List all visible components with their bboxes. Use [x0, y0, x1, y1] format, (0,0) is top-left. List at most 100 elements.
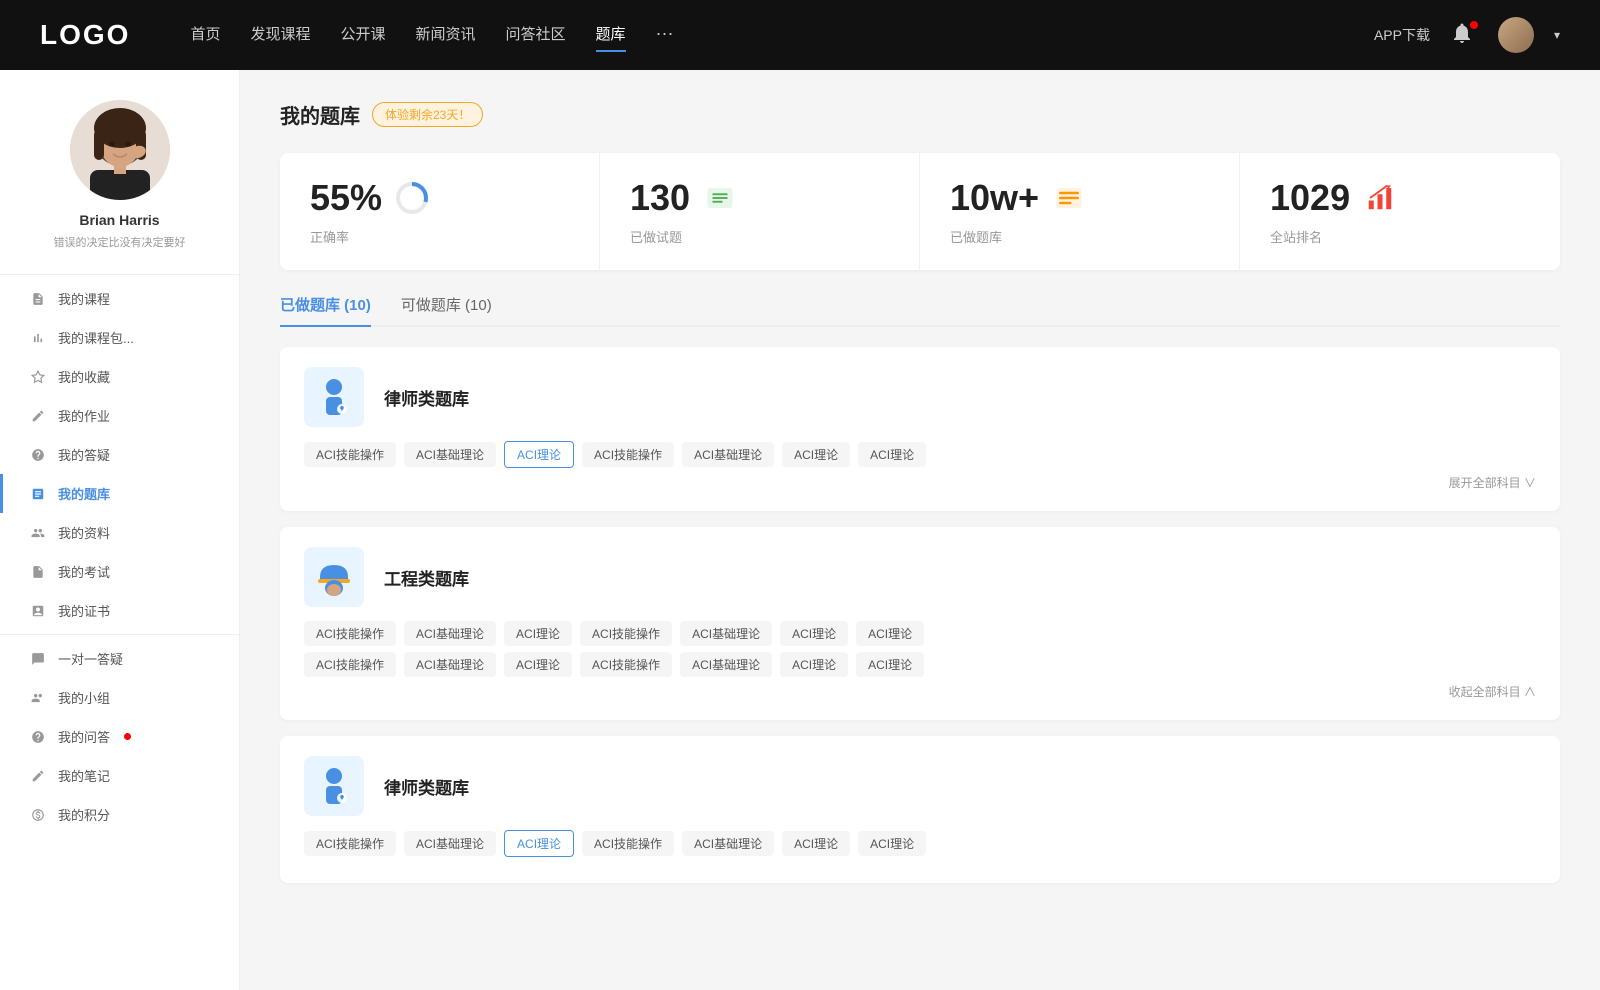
sidebar-label-my-favorite: 我的收藏 [58, 367, 110, 386]
collapse-link-engineer[interactable]: 收起全部科目 ∧ [304, 683, 1536, 700]
stat-ranking-value: 1029 [1270, 177, 1350, 219]
questions-icon [702, 180, 738, 216]
law2-tag-5[interactable]: ACI理论 [782, 831, 850, 856]
eng-tag2-5[interactable]: ACI理论 [780, 652, 848, 677]
avatar[interactable] [1498, 17, 1534, 53]
eng-tag2-4[interactable]: ACI基础理论 [680, 652, 772, 677]
nav-links: 首页 发现课程 公开课 新闻资讯 问答社区 题库 ··· [190, 23, 1334, 48]
tag-2[interactable]: ACI理论 [504, 441, 574, 468]
eng-tag2-6[interactable]: ACI理论 [856, 652, 924, 677]
nav-discover[interactable]: 发现课程 [250, 23, 310, 48]
eng-tag-6[interactable]: ACI理论 [856, 621, 924, 646]
qbank-name-lawyer-1: 律师类题库 [384, 385, 469, 410]
accuracy-chart-icon [394, 180, 430, 216]
nav-home[interactable]: 首页 [190, 23, 220, 48]
sidebar-item-my-favorite[interactable]: 我的收藏 [0, 357, 239, 396]
tag-1[interactable]: ACI基础理论 [404, 442, 496, 467]
qa-icon [30, 729, 46, 745]
sidebar-item-my-package[interactable]: 我的课程包... [0, 318, 239, 357]
tab-done[interactable]: 已做题库 (10) [280, 294, 371, 325]
qbank-icon [30, 486, 46, 502]
engineer-icon [304, 547, 364, 607]
stat-accuracy-value: 55% [310, 177, 382, 219]
page-header: 我的题库 体验剩余23天！ [280, 100, 1560, 129]
eng-tag2-2[interactable]: ACI理论 [504, 652, 572, 677]
nav-qbank[interactable]: 题库 [596, 23, 626, 48]
page-title: 我的题库 [280, 100, 360, 129]
sidebar-item-my-homework[interactable]: 我的作业 [0, 396, 239, 435]
sidebar-item-one-on-one[interactable]: 一对一答疑 [0, 639, 239, 678]
eng-tag-4[interactable]: ACI基础理论 [680, 621, 772, 646]
sidebar-username: Brian Harris [79, 212, 159, 228]
nav-news[interactable]: 新闻资讯 [416, 23, 476, 48]
stat-accuracy: 55% 正确率 [280, 153, 600, 270]
answers-icon [30, 447, 46, 463]
sidebar-item-my-notes[interactable]: 我的笔记 [0, 756, 239, 795]
law2-tag-6[interactable]: ACI理论 [858, 831, 926, 856]
eng-tag2-0[interactable]: ACI技能操作 [304, 652, 396, 677]
navbar-right: APP下载 ▾ [1374, 17, 1560, 53]
favorite-icon [30, 369, 46, 385]
sidebar-item-my-course[interactable]: 我的课程 [0, 279, 239, 318]
expand-link-lawyer-1[interactable]: 展开全部科目 ∨ [304, 474, 1536, 491]
tag-6[interactable]: ACI理论 [858, 442, 926, 467]
layout: Brian Harris 错误的决定比没有决定要好 我的课程 我的课程包... [0, 70, 1600, 990]
sidebar-label-my-homework: 我的作业 [58, 406, 110, 425]
homework-icon [30, 408, 46, 424]
tag-4[interactable]: ACI基础理论 [682, 442, 774, 467]
eng-tag-2[interactable]: ACI理论 [504, 621, 572, 646]
stat-done-questions-value: 130 [630, 177, 690, 219]
eng-tag-3[interactable]: ACI技能操作 [580, 621, 672, 646]
tag-0[interactable]: ACI技能操作 [304, 442, 396, 467]
law2-tag-2[interactable]: ACI理论 [504, 830, 574, 857]
one-on-one-icon [30, 651, 46, 667]
tag-5[interactable]: ACI理论 [782, 442, 850, 467]
lawyer-icon [304, 367, 364, 427]
tab-available[interactable]: 可做题库 (10) [401, 294, 492, 325]
eng-tag-1[interactable]: ACI基础理论 [404, 621, 496, 646]
avatar-chevron[interactable]: ▾ [1554, 28, 1560, 42]
sidebar-label-my-qa: 我的问答 [58, 727, 110, 746]
sidebar-item-my-cert[interactable]: 我的证书 [0, 591, 239, 630]
nav-qa[interactable]: 问答社区 [506, 23, 566, 48]
sidebar-menu: 我的课程 我的课程包... 我的收藏 我的作业 [0, 270, 239, 834]
sidebar-label-my-group: 我的小组 [58, 688, 110, 707]
sidebar: Brian Harris 错误的决定比没有决定要好 我的课程 我的课程包... [0, 70, 240, 990]
sidebar-item-my-qbank[interactable]: 我的题库 [0, 474, 239, 513]
law2-tag-0[interactable]: ACI技能操作 [304, 831, 396, 856]
law2-tag-4[interactable]: ACI基础理论 [682, 831, 774, 856]
eng-tag2-3[interactable]: ACI技能操作 [580, 652, 672, 677]
law2-tag-1[interactable]: ACI基础理论 [404, 831, 496, 856]
nav-opencourse[interactable]: 公开课 [340, 23, 385, 48]
qbank-name-lawyer-2: 律师类题库 [384, 774, 469, 799]
stat-ranking: 1029 全站排名 [1240, 153, 1560, 270]
eng-tag-0[interactable]: ACI技能操作 [304, 621, 396, 646]
bell-dot [1470, 21, 1478, 29]
law2-tag-3[interactable]: ACI技能操作 [582, 831, 674, 856]
nav-more[interactable]: ··· [656, 23, 674, 48]
sidebar-item-my-profile[interactable]: 我的资料 [0, 513, 239, 552]
qa-unread-dot [124, 733, 131, 740]
points-icon [30, 807, 46, 823]
app-download-link[interactable]: APP下载 [1374, 25, 1430, 45]
trial-badge: 体验剩余23天！ [372, 102, 483, 127]
sidebar-item-my-points[interactable]: 我的积分 [0, 795, 239, 834]
navbar: LOGO 首页 发现课程 公开课 新闻资讯 问答社区 题库 ··· APP下载 … [0, 0, 1600, 70]
sidebar-label-my-notes: 我的笔记 [58, 766, 110, 785]
tag-3[interactable]: ACI技能操作 [582, 442, 674, 467]
qbank-tags-engineer-row1: ACI技能操作 ACI基础理论 ACI理论 ACI技能操作 ACI基础理论 AC… [304, 621, 1536, 646]
ranking-icon [1362, 180, 1398, 216]
sidebar-label-my-course: 我的课程 [58, 289, 110, 308]
eng-tag-5[interactable]: ACI理论 [780, 621, 848, 646]
sidebar-label-my-points: 我的积分 [58, 805, 110, 824]
bell-button[interactable] [1450, 21, 1478, 49]
sidebar-item-my-group[interactable]: 我的小组 [0, 678, 239, 717]
lawyer-icon-2 [304, 756, 364, 816]
sidebar-item-my-answers[interactable]: 我的答疑 [0, 435, 239, 474]
sidebar-label-my-package: 我的课程包... [58, 328, 134, 347]
tabs-row: 已做题库 (10) 可做题库 (10) [280, 294, 1560, 327]
eng-tag2-1[interactable]: ACI基础理论 [404, 652, 496, 677]
sidebar-item-my-exam[interactable]: 我的考试 [0, 552, 239, 591]
profile-icon [30, 525, 46, 541]
sidebar-item-my-qa[interactable]: 我的问答 [0, 717, 239, 756]
